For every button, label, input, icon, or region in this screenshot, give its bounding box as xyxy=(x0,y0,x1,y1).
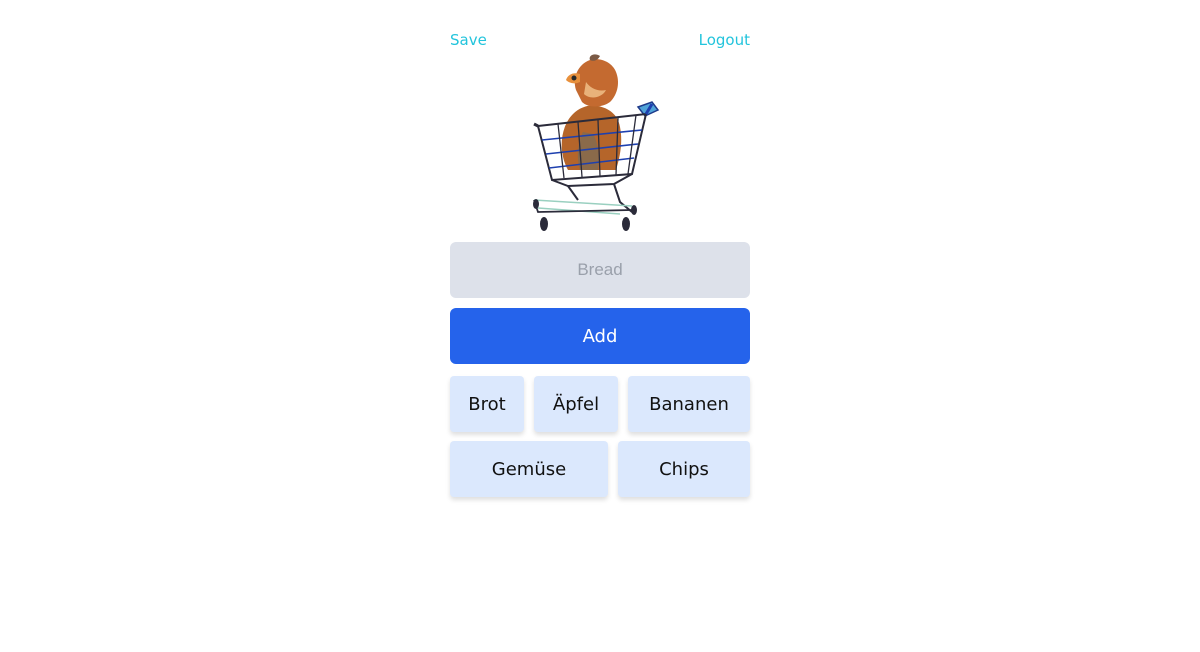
dog-in-cart-illustration xyxy=(533,54,660,231)
item-chip-aepfel[interactable]: Äpfel xyxy=(534,376,618,432)
item-chip-bananen[interactable]: Bananen xyxy=(628,376,750,432)
item-chip-chips[interactable]: Chips xyxy=(618,441,750,497)
add-button[interactable]: Add xyxy=(450,308,750,364)
item-input[interactable] xyxy=(450,242,750,298)
save-link[interactable]: Save xyxy=(450,31,487,49)
item-chip-gemuese[interactable]: Gemüse xyxy=(450,441,608,497)
top-bar: Save Logout xyxy=(450,31,750,53)
item-chip-brot[interactable]: Brot xyxy=(450,376,524,432)
logout-link[interactable]: Logout xyxy=(699,31,750,49)
